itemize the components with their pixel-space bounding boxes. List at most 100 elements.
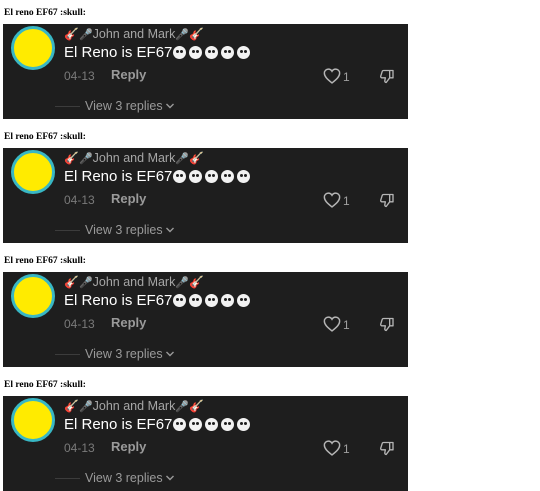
skull-icon [205,46,219,59]
like-count: 1 [343,194,350,208]
comment-date: 04-13 [64,317,95,331]
like-count: 1 [343,442,350,456]
like-count: 1 [343,70,350,84]
skull-icon [221,294,235,307]
replies-divider [55,478,80,479]
guitar-emoji: 🎸 [189,27,204,41]
skull-icon [173,418,187,431]
avatar[interactable] [11,26,55,70]
skull-icon [189,46,203,59]
thumbs-down-icon[interactable] [379,68,395,85]
comment-text: El Reno is EF67 [64,415,253,437]
comment-body: El Reno is EF67 [64,416,173,433]
skull-icon [221,46,235,59]
guitar-emoji: 🎸 [64,27,79,41]
comment-date: 04-13 [64,441,95,455]
skull-icon [237,46,251,59]
thumbs-down-icon[interactable] [379,192,395,209]
avatar[interactable] [11,150,55,194]
skull-emoji-row [173,45,253,65]
chevron-down-icon [165,227,174,233]
author-label: John and Mark [92,27,176,41]
comment-text: El Reno is EF67 [64,43,253,65]
skull-icon [237,170,251,183]
skull-icon [173,170,187,183]
comment-date: 04-13 [64,193,95,207]
reply-button[interactable]: Reply [111,315,146,331]
reply-button[interactable]: Reply [111,439,146,455]
avatar[interactable] [11,274,55,318]
replies-divider [55,354,80,355]
comment-body: El Reno is EF67 [64,292,173,309]
skull-icon [189,418,203,431]
guitar-emoji: 🎸 [64,399,79,413]
author-label: John and Mark [92,399,176,413]
skull-icon [237,418,251,431]
view-replies-label: View 3 replies [85,223,163,237]
reply-button[interactable]: Reply [111,191,146,207]
view-replies-label: View 3 replies [85,471,163,485]
heart-outline-icon[interactable] [323,68,341,84]
author-label: John and Mark [92,275,176,289]
comment-body: El Reno is EF67 [64,168,173,185]
microphone-emoji: 🎤 [175,29,190,41]
caption-text: El reno EF67 :skull: [4,8,86,18]
view-replies-label: View 3 replies [85,347,163,361]
replies-divider [55,106,80,107]
skull-emoji-row [173,169,253,189]
skull-icon [221,418,235,431]
like-count: 1 [343,318,350,332]
comment-card: 🎸🎤John and Mark🎤🎸 El Reno is EF67 04-13 … [3,148,408,243]
caption-text: El reno EF67 :skull: [4,256,86,266]
skull-emoji-row [173,293,253,313]
microphone-emoji: 🎤 [175,153,190,165]
guitar-emoji: 🎸 [189,275,204,289]
comment-card: 🎸🎤John and Mark🎤🎸 El Reno is EF67 04-13 … [3,396,408,491]
view-replies-button[interactable]: View 3 replies [85,98,175,114]
author-name[interactable]: 🎸🎤John and Mark🎤🎸 [64,150,204,167]
microphone-emoji: 🎤 [175,277,190,289]
skull-icon [205,294,219,307]
reply-button[interactable]: Reply [111,67,146,83]
microphone-emoji: 🎤 [175,401,190,413]
chevron-down-icon [165,103,174,109]
microphone-emoji: 🎤 [78,153,93,165]
comment-body: El Reno is EF67 [64,44,173,61]
skull-icon [173,294,187,307]
caption-text: El reno EF67 :skull: [4,380,86,390]
comment-text: El Reno is EF67 [64,291,253,313]
comment-card: 🎸🎤John and Mark🎤🎸 El Reno is EF67 04-13 … [3,272,408,367]
microphone-emoji: 🎤 [78,277,93,289]
guitar-emoji: 🎸 [189,151,204,165]
comment-card: 🎸🎤John and Mark🎤🎸 El Reno is EF67 04-13 … [3,24,408,119]
microphone-emoji: 🎤 [78,401,93,413]
heart-outline-icon[interactable] [323,192,341,208]
skull-icon [189,294,203,307]
guitar-emoji: 🎸 [64,275,79,289]
guitar-emoji: 🎸 [64,151,79,165]
author-name[interactable]: 🎸🎤John and Mark🎤🎸 [64,274,204,291]
skull-emoji-row [173,417,253,437]
author-name[interactable]: 🎸🎤John and Mark🎤🎸 [64,26,204,43]
skull-icon [173,46,187,59]
guitar-emoji: 🎸 [189,399,204,413]
heart-outline-icon[interactable] [323,440,341,456]
caption-text: El reno EF67 :skull: [4,132,86,142]
author-name[interactable]: 🎸🎤John and Mark🎤🎸 [64,398,204,415]
skull-icon [205,170,219,183]
comment-text: El Reno is EF67 [64,167,253,189]
view-replies-button[interactable]: View 3 replies [85,346,175,362]
chevron-down-icon [165,475,174,481]
comment-date: 04-13 [64,69,95,83]
view-replies-button[interactable]: View 3 replies [85,470,175,486]
heart-outline-icon[interactable] [323,316,341,332]
thumbs-down-icon[interactable] [379,316,395,333]
chevron-down-icon [165,351,174,357]
microphone-emoji: 🎤 [78,29,93,41]
skull-icon [189,170,203,183]
replies-divider [55,230,80,231]
skull-icon [205,418,219,431]
thumbs-down-icon[interactable] [379,440,395,457]
view-replies-button[interactable]: View 3 replies [85,222,175,238]
skull-icon [221,170,235,183]
